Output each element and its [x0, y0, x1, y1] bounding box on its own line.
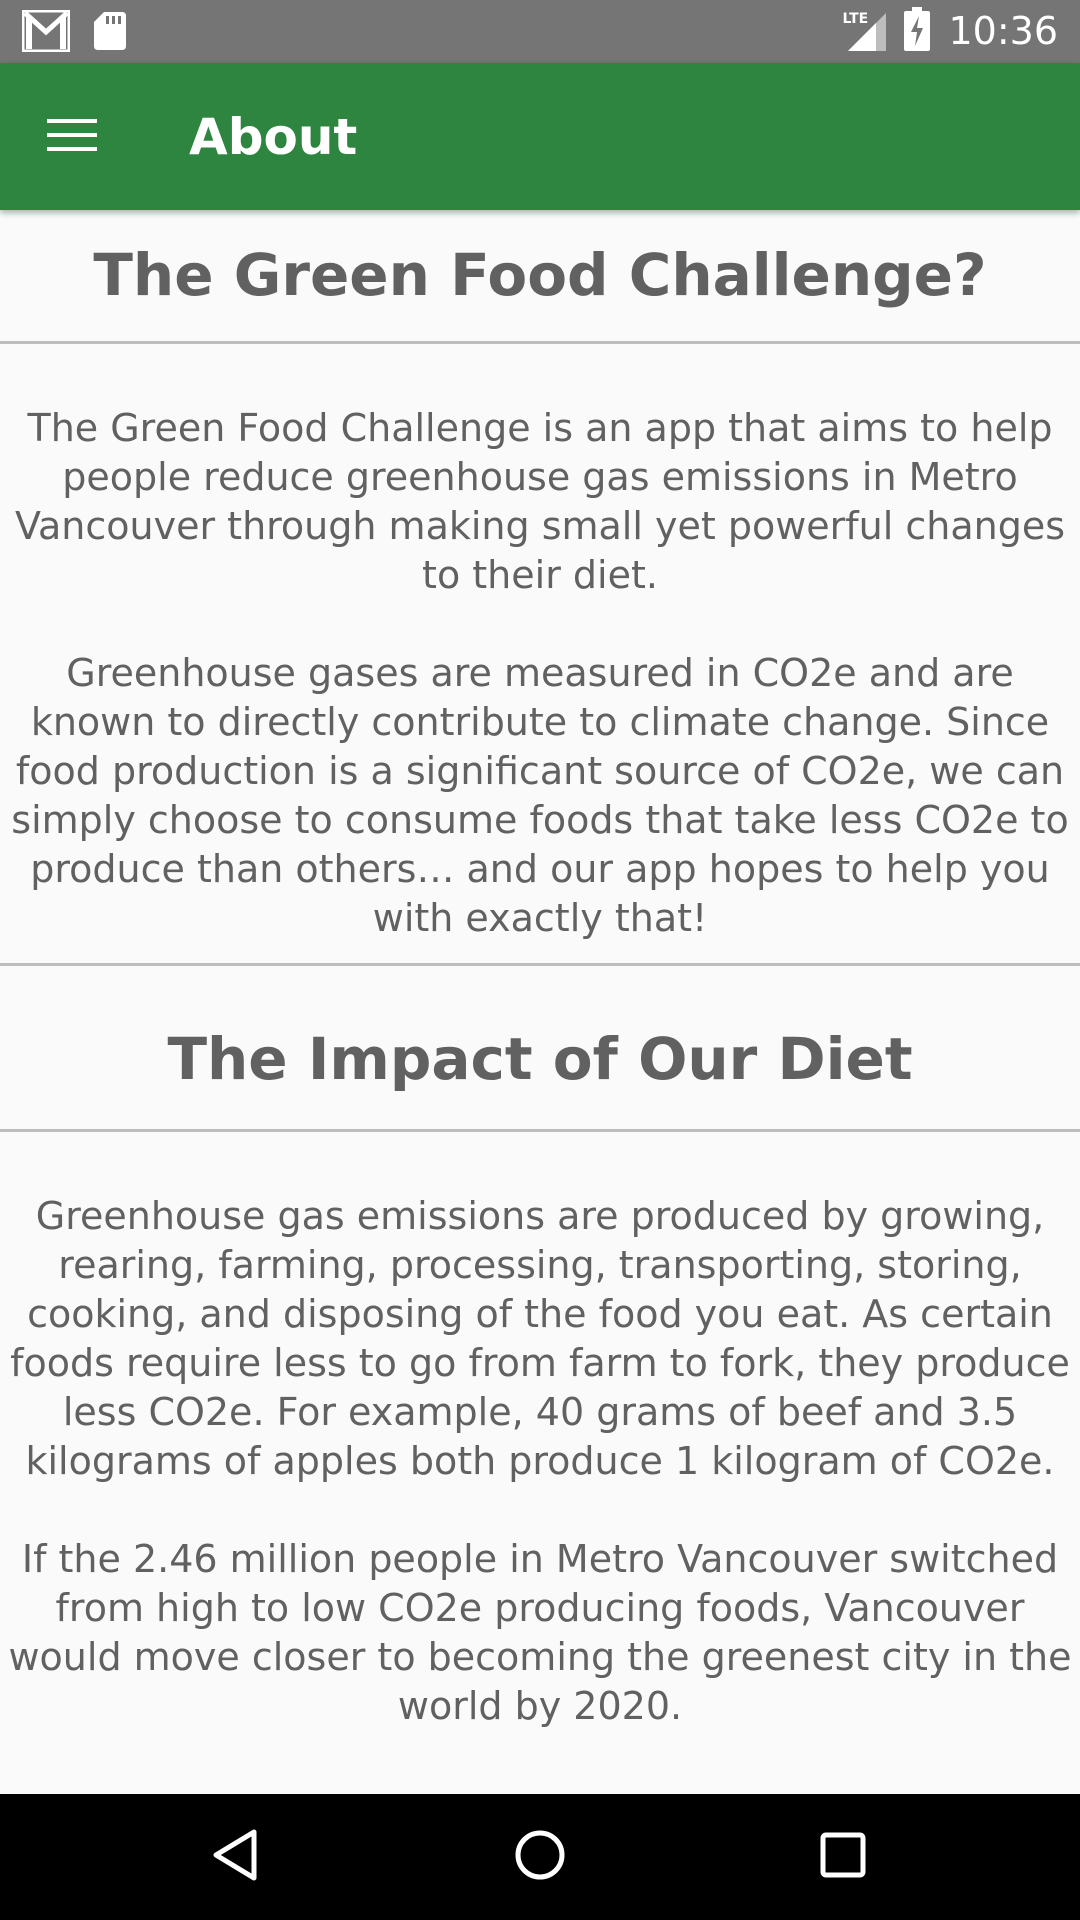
- status-bar: LTE 10:36: [0, 0, 1080, 63]
- section-paragraph: Greenhouse gases are measured in CO2e an…: [11, 651, 1069, 940]
- back-icon: [210, 1828, 260, 1886]
- recents-button[interactable]: [808, 1822, 878, 1892]
- section-title: The Impact of Our Diet: [167, 1025, 913, 1093]
- section-paragraph: If the 2.46 million people in Metro Vanc…: [8, 1537, 1072, 1728]
- gmail-icon: [21, 9, 71, 56]
- navigation-bar: [0, 1794, 1080, 1920]
- section-paragraph: The Green Food Challenge is an app that …: [14, 406, 1066, 597]
- signal-icon: LTE: [842, 9, 887, 53]
- section-paragraph: Greenhouse gas emissions are produced by…: [10, 1194, 1070, 1483]
- section-impact-of-diet: The Impact of Our Diet Greenhouse gas em…: [0, 966, 1080, 1731]
- section-green-food-challenge: The Green Food Challenge? The Green Food…: [0, 210, 1080, 943]
- sd-card-icon: [94, 12, 126, 54]
- about-content[interactable]: The Green Food Challenge? The Green Food…: [0, 210, 1080, 1794]
- home-button[interactable]: [505, 1822, 575, 1892]
- status-time: 10:36: [948, 9, 1058, 53]
- recents-icon: [819, 1831, 867, 1883]
- back-button[interactable]: [200, 1822, 270, 1892]
- battery-charging-icon: [904, 7, 931, 55]
- divider: [0, 1129, 1080, 1132]
- app-bar: About: [0, 63, 1080, 210]
- page-title: About: [189, 108, 358, 166]
- section-title: The Green Food Challenge?: [93, 241, 987, 309]
- home-icon: [513, 1828, 567, 1886]
- divider: [0, 341, 1080, 344]
- hamburger-menu-icon: [47, 117, 97, 157]
- menu-button[interactable]: [34, 103, 110, 171]
